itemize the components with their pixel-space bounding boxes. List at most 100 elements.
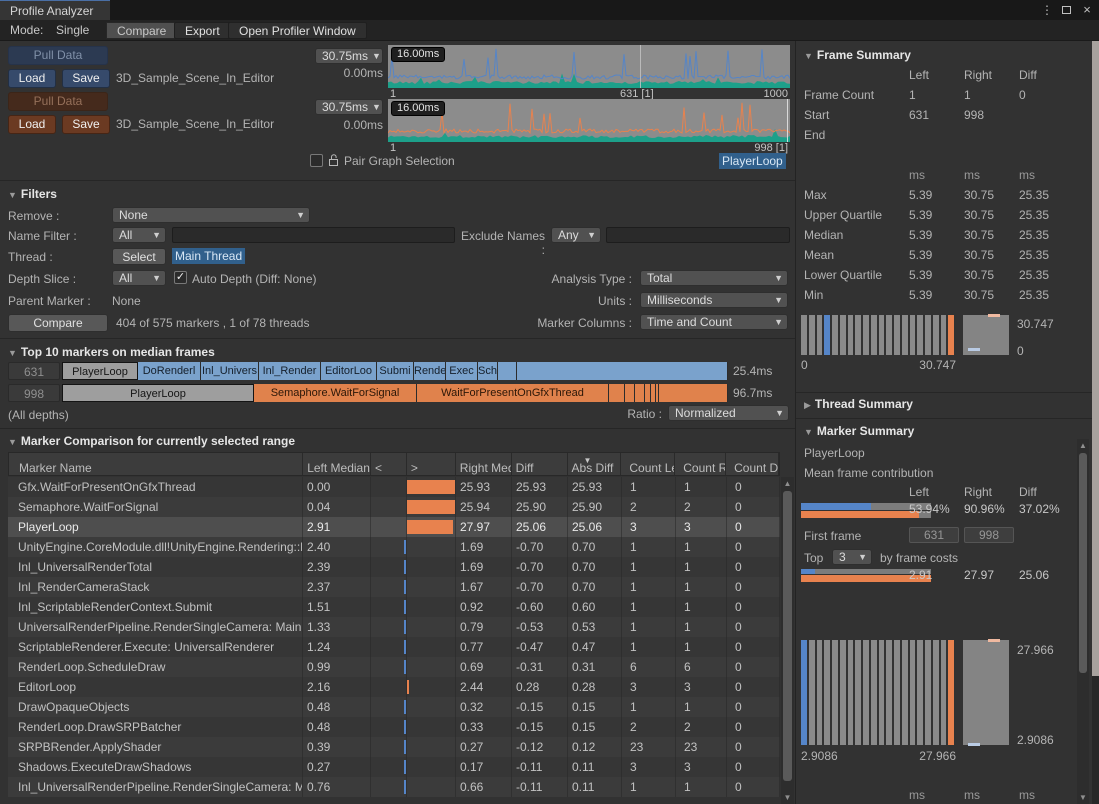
auto-depth-checkbox[interactable]: ✓ <box>174 271 187 284</box>
top10-segment[interactable]: WaitForPresentOnGfxThread <box>417 384 609 402</box>
export-button[interactable]: Export <box>174 22 231 39</box>
table-row[interactable]: Inl_UniversalRenderPipeline.RenderSingle… <box>8 777 780 797</box>
thread-select-button[interactable]: Select <box>112 248 166 265</box>
column-header-count_l[interactable]: Count Left <box>621 453 675 475</box>
table-row[interactable]: Gfx.WaitForPresentOnGfxThread0.0025.9325… <box>8 477 780 497</box>
compare-button[interactable]: Compare <box>8 314 108 332</box>
pull-data-right-button[interactable]: Pull Data <box>8 92 108 111</box>
column-header-gt[interactable]: > <box>407 453 456 475</box>
scroll-down-icon[interactable]: ▼ <box>781 793 794 802</box>
marker-columns-dropdown[interactable]: Time and Count▼ <box>640 314 788 330</box>
top10-segment[interactable]: PlayerLoop <box>62 362 138 380</box>
column-header-abs[interactable]: Abs Diff▼ <box>568 453 622 475</box>
top10-segment[interactable]: DoRenderl <box>138 362 201 380</box>
table-scrollbar[interactable]: ▲ ▼ <box>781 477 794 804</box>
comparison-header[interactable]: ▼Marker Comparison for currently selecte… <box>8 434 295 448</box>
top10-segment[interactable]: Inl_Univers <box>201 362 259 380</box>
stat-label: Frame Count <box>804 88 874 102</box>
units-dropdown[interactable]: Milliseconds▼ <box>640 292 788 308</box>
top10-segment[interactable]: Exec <box>446 362 478 380</box>
analysis-type-dropdown[interactable]: Total▼ <box>640 270 788 286</box>
top10-segment[interactable]: Sch <box>478 362 498 380</box>
column-header-count_d[interactable]: Count Diff <box>726 453 779 475</box>
panel-scrollbar-track[interactable] <box>1092 676 1099 804</box>
thread-summary-header[interactable]: ▶Thread Summary <box>804 397 913 411</box>
top10-segment[interactable] <box>498 362 517 380</box>
first-frame-right-button[interactable]: 998 <box>964 527 1014 543</box>
frame-index-button[interactable]: 631 <box>8 362 60 380</box>
frame-summary-header[interactable]: ▼Frame Summary <box>804 48 911 62</box>
scroll-up-icon[interactable]: ▲ <box>781 479 794 488</box>
summary-scrollbar[interactable]: ▲ ▼ <box>1077 439 1089 804</box>
table-row[interactable]: Inl_UniversalRenderTotal2.391.69-0.700.7… <box>8 557 780 577</box>
top10-segment[interactable]: Submi <box>377 362 414 380</box>
pair-graph-checkbox[interactable] <box>310 154 323 167</box>
panel-scrollbar-thumb[interactable] <box>1092 41 1099 676</box>
table-row[interactable]: SRPBRender.ApplyShader0.390.27-0.120.122… <box>8 737 780 757</box>
save-right-button[interactable]: Save <box>62 115 110 134</box>
top10-segment[interactable] <box>517 362 728 380</box>
column-header-diff[interactable]: Diff <box>512 453 568 475</box>
maximize-icon[interactable] <box>1062 6 1071 14</box>
filters-header[interactable]: ▼Filters <box>8 187 57 201</box>
mode-single-button[interactable]: Single <box>46 22 99 39</box>
scrollbar-thumb[interactable] <box>1079 453 1087 673</box>
name-filter-input[interactable] <box>172 227 455 243</box>
save-left-button[interactable]: Save <box>62 69 110 88</box>
table-row[interactable]: Inl_ScriptableRenderContext.Submit1.510.… <box>8 597 780 617</box>
top10-segment[interactable]: Semaphore.WaitForSignal <box>254 384 417 402</box>
table-row[interactable]: Semaphore.WaitForSignal0.0425.9425.9025.… <box>8 497 780 517</box>
table-row[interactable]: ScriptableRenderer.Execute: UniversalRen… <box>8 637 780 657</box>
marker-summary-header[interactable]: ▼Marker Summary <box>804 424 914 438</box>
table-row[interactable]: EditorLoop2.162.440.280.28330 <box>8 677 780 697</box>
table-row[interactable]: RenderLoop.DrawSRPBatcher0.480.33-0.150.… <box>8 717 780 737</box>
name-filter-mode-dropdown[interactable]: All▼ <box>112 227 166 243</box>
scroll-down-icon[interactable]: ▼ <box>1077 793 1089 802</box>
remove-dropdown[interactable]: None▼ <box>112 207 310 223</box>
depth-slice-dropdown[interactable]: All▼ <box>112 270 166 286</box>
table-row[interactable]: UniversalRenderPipeline.RenderSingleCame… <box>8 617 780 637</box>
frame-time-graph-right[interactable]: 16.00ms <box>388 99 790 142</box>
table-row[interactable]: Shadows.ExecuteDrawShadows0.270.17-0.110… <box>8 757 780 777</box>
top10-header[interactable]: ▼Top 10 markers on median frames <box>8 345 215 359</box>
top10-segment[interactable]: Rende <box>414 362 446 380</box>
load-right-button[interactable]: Load <box>8 115 56 134</box>
ratio-dropdown[interactable]: Normalized▼ <box>668 405 789 421</box>
frame-time-graph-left[interactable]: 16.00ms <box>388 45 790 88</box>
column-header-left[interactable]: Left Median <box>303 453 371 475</box>
top10-segment[interactable] <box>625 384 635 402</box>
table-row[interactable]: UnityEngine.CoreModule.dll!UnityEngine.R… <box>8 537 780 557</box>
exclude-names-input[interactable] <box>606 227 790 243</box>
load-left-button[interactable]: Load <box>8 69 56 88</box>
range-dropdown-bottom[interactable]: 30.75ms▼ <box>315 99 383 115</box>
table-row[interactable]: DrawOpaqueObjects0.480.32-0.150.15110 <box>8 697 780 717</box>
top10-segment[interactable]: Inl_Render <box>259 362 321 380</box>
exclude-mode-dropdown[interactable]: Any▼ <box>551 227 601 243</box>
table-row[interactable]: RenderLoop.ScheduleDraw0.990.69-0.310.31… <box>8 657 780 677</box>
unlock-icon[interactable] <box>328 153 339 167</box>
column-header-name[interactable]: Marker Name <box>9 453 303 475</box>
close-icon[interactable]: × <box>1080 3 1094 17</box>
scroll-up-icon[interactable]: ▲ <box>1077 441 1089 450</box>
table-row[interactable]: Inl_RenderCameraStack2.371.67-0.700.7011… <box>8 577 780 597</box>
top10-segment[interactable]: EditorLoo <box>321 362 377 380</box>
top-n-dropdown[interactable]: 3▼ <box>832 549 872 565</box>
column-header-right[interactable]: Right Median <box>456 453 512 475</box>
range-dropdown-top[interactable]: 30.75ms▼ <box>315 48 383 64</box>
frame-index-button[interactable]: 998 <box>8 384 60 402</box>
menu-icon[interactable]: ⋮ <box>1040 3 1054 17</box>
cell-diff: 25.06 <box>512 517 568 537</box>
scrollbar-thumb[interactable] <box>783 491 792 781</box>
open-profiler-window-button[interactable]: Open Profiler Window <box>228 22 367 39</box>
top10-segment[interactable] <box>609 384 625 402</box>
table-row[interactable]: PlayerLoop2.9127.9725.0625.06330 <box>8 517 780 537</box>
column-header-count_r[interactable]: Count Right <box>675 453 726 475</box>
pull-data-left-button[interactable]: Pull Data <box>8 46 108 65</box>
top10-segment[interactable] <box>659 384 728 402</box>
mode-compare-button[interactable]: Compare <box>106 22 177 39</box>
top10-segment[interactable] <box>635 384 645 402</box>
top10-segment[interactable]: PlayerLoop <box>62 384 254 402</box>
column-header-lt[interactable]: < <box>371 453 407 475</box>
tab-profile-analyzer[interactable]: Profile Analyzer <box>0 0 110 20</box>
first-frame-left-button[interactable]: 631 <box>909 527 959 543</box>
